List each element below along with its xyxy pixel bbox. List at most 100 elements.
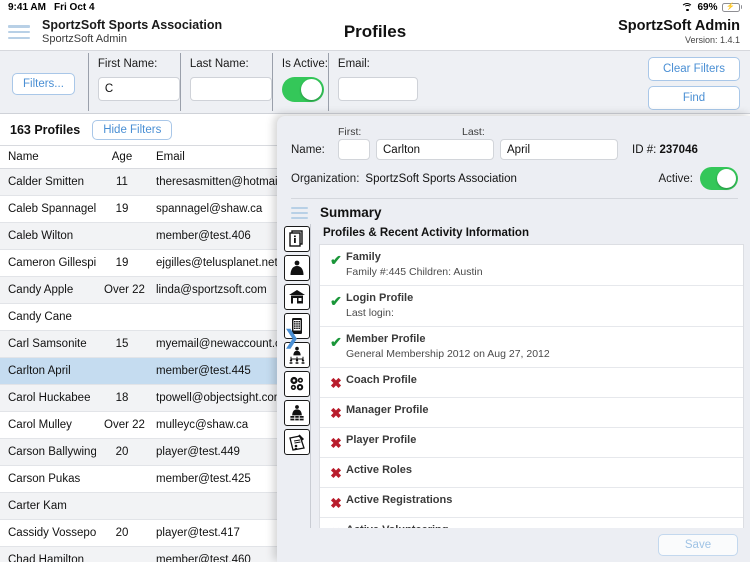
cell-name: Caleb Spannagel (0, 195, 96, 223)
header-right: SportzSoft Admin Version: 1.4.1 (618, 18, 740, 46)
cell-age (96, 492, 148, 520)
cross-icon: ✖ (330, 465, 342, 482)
activity-list-item[interactable]: ✖ Player Profile (320, 428, 743, 459)
activity-text: Manager Profile (346, 403, 735, 418)
column-header-name[interactable]: Name (0, 145, 96, 169)
find-button[interactable]: Find (648, 86, 740, 110)
section-title: Profiles & Recent Activity Information (323, 227, 529, 239)
person-in-box-icon[interactable] (284, 400, 310, 426)
cross-icon: ✖ (330, 435, 342, 452)
cell-email (148, 492, 290, 520)
profiles-table: Name Age Email Calder Smitten 11 theresasm… (0, 145, 290, 562)
organization-label: Organization: (291, 172, 360, 185)
table-row[interactable]: Carol Mulley Over 22 mulleyc@shaw.ca (0, 411, 290, 439)
first-name-input[interactable] (97, 77, 180, 101)
gears-icon[interactable] (284, 371, 310, 397)
filter-first-name: First Name: (87, 53, 180, 111)
column-header-age[interactable]: Age (96, 145, 148, 169)
home-icon[interactable] (284, 284, 310, 310)
active-toggle[interactable] (700, 167, 738, 190)
activity-list-item[interactable]: ✔ Login Profile Last login: (320, 286, 743, 328)
table-row[interactable]: Cameron Gillespie 19 ejgilles@telusplanet.… (0, 249, 290, 277)
cell-age (96, 546, 148, 562)
table-row[interactable]: Carol Huckabee 18 tpowell@objectsight.com (0, 384, 290, 412)
cell-age (96, 465, 148, 493)
status-right-group: 69% ⚡ (681, 2, 742, 13)
activity-text: Login Profile Last login: (346, 291, 735, 321)
email-input[interactable] (337, 77, 418, 101)
detail-last-name-input[interactable] (500, 139, 618, 160)
activity-list-item[interactable]: ✔ Family Family #:445 Children: Austin (320, 245, 743, 287)
table-row[interactable]: Carter Kam (0, 492, 290, 520)
person-icon[interactable] (284, 255, 310, 281)
activity-title: Active Roles (346, 464, 413, 477)
check-icon: ✔ (330, 334, 342, 351)
cell-email: member@test.425 (148, 465, 290, 493)
cell-age (96, 303, 148, 331)
activity-list-item[interactable]: ✖ Manager Profile (320, 398, 743, 429)
hamburger-menu-icon[interactable] (8, 24, 30, 40)
activity-title: Member Profile (346, 333, 426, 346)
id-value: 237046 (659, 143, 698, 156)
id-group: ID #: 237046 (632, 144, 698, 156)
cell-email: spannagel@shaw.ca (148, 195, 290, 223)
cell-name: Calder Smitten (0, 168, 96, 196)
admin-name: SportzSoft Admin (618, 17, 740, 34)
table-row[interactable]: Cassidy Vossepoel 20 player@test.417 (0, 519, 290, 547)
table-row[interactable]: Carson Pukas member@test.425 (0, 465, 290, 493)
organization-value: SportzSoft Sports Association (365, 172, 517, 185)
battery-charging-icon: ⚡ (721, 2, 742, 12)
filter-email: Email: (327, 53, 418, 111)
activity-title: Player Profile (346, 434, 417, 447)
table-row[interactable]: Candy Apple Over 22 linda@sportzsoft.com (0, 276, 290, 304)
table-row[interactable]: Carlton April member@test.445 (0, 357, 290, 385)
info-pages-icon[interactable] (284, 226, 310, 252)
panel-hamburger-menu-icon[interactable] (291, 206, 308, 219)
hide-filters-button[interactable]: Hide Filters (92, 119, 173, 140)
detail-first-name-input[interactable] (376, 139, 494, 160)
table-row[interactable]: Carl Samsonite 15 myemail@newaccount.com (0, 330, 290, 358)
filters-button[interactable]: Filters... (12, 73, 75, 95)
cell-email: member@test.445 (148, 357, 290, 385)
cross-icon: ✖ (330, 405, 342, 422)
activity-list-item[interactable]: ✖ Active Roles (320, 458, 743, 489)
cell-email: member@test.406 (148, 222, 290, 250)
app-root: 9:41 AM Fri Oct 4 69% ⚡ SportzSoft Sport… (0, 0, 750, 562)
organization-row: Organization: SportzSoft Sports Associat… (291, 167, 738, 190)
table-row[interactable]: Chad Hamilton member@test.460 (0, 546, 290, 562)
battery-percent: 69% (697, 1, 718, 13)
is-active-label: Is Active: (281, 58, 328, 70)
filter-last-name-label: Last Name: (189, 58, 249, 70)
app-header: SportzSoft Sports Association SportzSoft… (0, 14, 750, 50)
cell-name: Cassidy Vossepoel (0, 519, 96, 547)
name-row: Name: ID #: 237046 (291, 139, 738, 160)
activity-list-area: Profiles & Recent Activity Information ✔… (311, 224, 750, 550)
cell-email: ejgilles@telusplanet.net (148, 249, 290, 277)
name-field-labels: First: Last: (291, 126, 738, 138)
chevron-right-icon[interactable]: ❯ (283, 328, 300, 348)
cell-age: 19 (96, 249, 148, 277)
table-row[interactable]: Caleb Wilton member@test.406 (0, 222, 290, 250)
table-row[interactable]: Calder Smitten 11 theresasmitten@hotmail.c (0, 168, 290, 196)
activity-list-item[interactable]: ✖ Active Registrations (320, 488, 743, 519)
column-header-email[interactable]: Email (148, 145, 290, 169)
cell-email: linda@sportzsoft.com (148, 276, 290, 304)
cross-icon: ✖ (330, 375, 342, 392)
activity-list-item[interactable]: ✔ Member Profile General Membership 2012 o… (320, 327, 743, 369)
activity-list-item[interactable]: ✖ Coach Profile (320, 368, 743, 399)
table-row[interactable]: Carson Ballywinger20player@test.449 (0, 438, 290, 466)
title-input[interactable] (338, 139, 370, 160)
table-row[interactable]: Caleb Spannagel 19 spannagel@shaw.ca (0, 195, 290, 223)
is-active-toggle[interactable] (281, 77, 324, 102)
cell-name: Caleb Wilton (0, 222, 96, 250)
cell-name: Cameron Gillespie (0, 249, 96, 277)
org-subtitle: SportzSoft Admin (42, 32, 127, 45)
clear-filters-button[interactable]: Clear Filters (648, 57, 740, 81)
table-row[interactable]: Candy Cane (0, 303, 290, 331)
cell-age: 19 (96, 195, 148, 223)
save-button[interactable]: Save (658, 534, 738, 556)
panel-body: Profiles & Recent Activity Information ✔… (277, 224, 750, 550)
list-toolbar: 163 Profiles Hide Filters (0, 114, 290, 145)
last-name-input[interactable] (189, 77, 272, 101)
form-document-icon[interactable] (284, 429, 310, 455)
